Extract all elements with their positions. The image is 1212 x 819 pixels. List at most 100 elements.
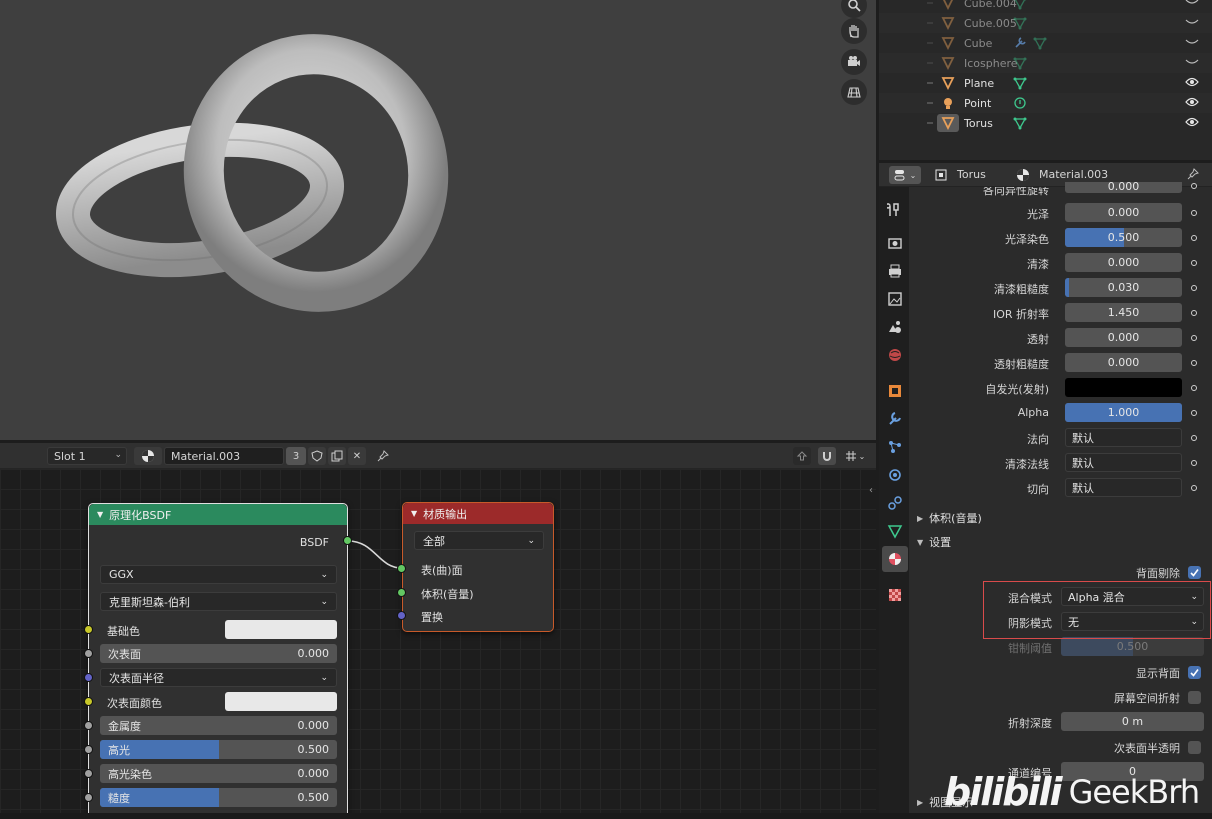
outliner-item[interactable]: Cube: [879, 33, 1212, 53]
bsdf-input-socket[interactable]: [84, 745, 93, 754]
texture-tab[interactable]: [882, 582, 908, 608]
visibility-toggle[interactable]: [1185, 117, 1199, 130]
material-output-node[interactable]: ▼ 材质输出 全部 ⌄ 表(曲)面 体积(音量) 置换: [402, 502, 554, 632]
world-tab[interactable]: [882, 342, 908, 368]
3d-viewport[interactable]: [0, 0, 876, 440]
backface-culling-checkbox[interactable]: [1188, 566, 1201, 579]
bsdf-input-slider[interactable]: 糙度 0.500: [100, 788, 337, 807]
subsurface-translucency-checkbox[interactable]: [1188, 741, 1201, 754]
keyframe-dot[interactable]: [1185, 428, 1203, 447]
visibility-toggle[interactable]: [1185, 97, 1199, 110]
outliner-item[interactable]: Icosphere: [879, 53, 1212, 73]
scene-tab[interactable]: [882, 314, 908, 340]
bsdf-input-slider[interactable]: 高光染色 0.000: [100, 764, 337, 783]
property-slider[interactable]: 1.450: [1065, 303, 1182, 322]
color-swatch[interactable]: [225, 692, 337, 711]
shader-node-editor[interactable]: Slot 1 ⌄ Material.003 3 ✕ ⌄ ▼ 原理化BSDF BS…: [0, 443, 876, 813]
bsdf-input-slider[interactable]: 高光 0.500: [100, 740, 337, 759]
snap-element-select[interactable]: ⌄: [840, 447, 870, 465]
bsdf-input-socket[interactable]: [84, 673, 93, 682]
bsdf-input-socket[interactable]: [84, 721, 93, 730]
object-tab[interactable]: [882, 378, 908, 404]
property-slider[interactable]: 0.000: [1065, 203, 1182, 222]
physics-tab[interactable]: [882, 462, 908, 488]
volume-section-header[interactable]: ▶ 体积(音量): [909, 507, 1212, 529]
fake-user-button[interactable]: [308, 447, 326, 465]
property-slider[interactable]: 1.000: [1065, 403, 1182, 422]
output-tab[interactable]: [882, 258, 908, 284]
data-tab[interactable]: [882, 518, 908, 544]
browse-material-button[interactable]: [134, 447, 162, 465]
bsdf-input-slider[interactable]: 金属度 0.000: [100, 716, 337, 735]
keyframe-dot[interactable]: [1185, 378, 1203, 397]
output-target-select[interactable]: 全部 ⌄: [414, 531, 544, 550]
keyframe-dot[interactable]: [1185, 328, 1203, 347]
show-backface-checkbox[interactable]: [1188, 666, 1201, 679]
visibility-toggle[interactable]: [1185, 77, 1199, 90]
screen-space-refraction-checkbox[interactable]: [1188, 691, 1201, 704]
collapse-triangle-icon[interactable]: ▼: [97, 510, 103, 519]
property-slider[interactable]: 0.030: [1065, 278, 1182, 297]
keyframe-dot[interactable]: [1185, 453, 1203, 472]
keyframe-dot[interactable]: [1185, 228, 1203, 247]
editor-type-button[interactable]: ⌄: [889, 166, 921, 184]
bsdf-output-socket[interactable]: [343, 536, 352, 545]
subsurface-method-select[interactable]: 克里斯坦森-伯利 ⌄: [100, 592, 337, 611]
particles-tab[interactable]: [882, 434, 908, 460]
refraction-depth-field[interactable]: 0 m: [1061, 712, 1204, 731]
outliner-item[interactable]: Point: [879, 93, 1212, 113]
keyframe-dot[interactable]: [1185, 278, 1203, 297]
camera-view-tool[interactable]: [841, 49, 867, 75]
principled-bsdf-node[interactable]: ▼ 原理化BSDF BSDF GGX ⌄ 克里斯坦森-伯利 ⌄ 基础色 次表面 0.…: [84, 503, 348, 813]
bsdf-input-socket[interactable]: [84, 625, 93, 634]
material-tab[interactable]: [882, 546, 908, 572]
user-count-button[interactable]: 3: [286, 447, 306, 465]
pin-button[interactable]: [374, 447, 392, 465]
property-select[interactable]: 默认: [1065, 478, 1182, 497]
property-slider[interactable]: 0.000: [1065, 328, 1182, 347]
render-tab[interactable]: [882, 230, 908, 256]
keyframe-dot[interactable]: [1185, 253, 1203, 272]
bsdf-input-socket[interactable]: [84, 697, 93, 706]
keyframe-dot[interactable]: [1185, 403, 1203, 422]
property-slider[interactable]: 0.000: [1065, 353, 1182, 372]
outliner-item[interactable]: Cube.005: [879, 13, 1212, 33]
parent-node-tree-button[interactable]: [793, 447, 811, 465]
new-material-button[interactable]: [328, 447, 346, 465]
output-node-header[interactable]: ▼ 材质输出: [403, 503, 553, 524]
keyframe-dot[interactable]: [1185, 178, 1203, 193]
outliner-item[interactable]: Torus: [879, 113, 1212, 133]
distribution-select[interactable]: GGX ⌄: [100, 565, 337, 584]
settings-section-header[interactable]: ▼ 设置: [909, 531, 1212, 553]
property-slider[interactable]: 0.000: [1065, 253, 1182, 272]
visibility-toggle[interactable]: [1185, 57, 1199, 70]
bsdf-input-select[interactable]: 次表面半径 ⌄: [100, 668, 337, 687]
bsdf-input-socket[interactable]: [84, 769, 93, 778]
outliner[interactable]: Cube.004 Cube.005 Cube Icosphere Plane Point T…: [879, 0, 1212, 160]
property-select[interactable]: 默认: [1065, 453, 1182, 472]
view-layer-tab[interactable]: [882, 286, 908, 312]
keyframe-dot[interactable]: [1185, 203, 1203, 222]
keyframe-dot[interactable]: [1185, 353, 1203, 372]
keyframe-dot[interactable]: [1185, 478, 1203, 497]
keyframe-dot[interactable]: [1185, 303, 1203, 322]
slot-select[interactable]: Slot 1 ⌄: [47, 447, 127, 465]
ortho-toggle-tool[interactable]: [841, 79, 867, 105]
snap-toggle-button[interactable]: [818, 447, 836, 465]
property-slider[interactable]: 0.500: [1065, 228, 1182, 247]
material-name-field[interactable]: Material.003: [164, 447, 284, 465]
emission-color-swatch[interactable]: [1065, 378, 1182, 397]
modifier-tab[interactable]: [882, 406, 908, 432]
constraints-tab[interactable]: [882, 490, 908, 516]
tool-tab[interactable]: [882, 197, 908, 223]
pan-tool[interactable]: [841, 18, 867, 44]
unlink-material-button[interactable]: ✕: [348, 447, 366, 465]
visibility-toggle[interactable]: [1185, 37, 1199, 50]
visibility-toggle[interactable]: [1185, 0, 1199, 10]
outliner-item[interactable]: Plane: [879, 73, 1212, 93]
displacement-input-socket[interactable]: [397, 611, 406, 620]
color-swatch[interactable]: [225, 620, 337, 639]
surface-input-socket[interactable]: [397, 564, 406, 573]
volume-input-socket[interactable]: [397, 588, 406, 597]
sidebar-toggle-icon[interactable]: ‹: [869, 485, 873, 496]
